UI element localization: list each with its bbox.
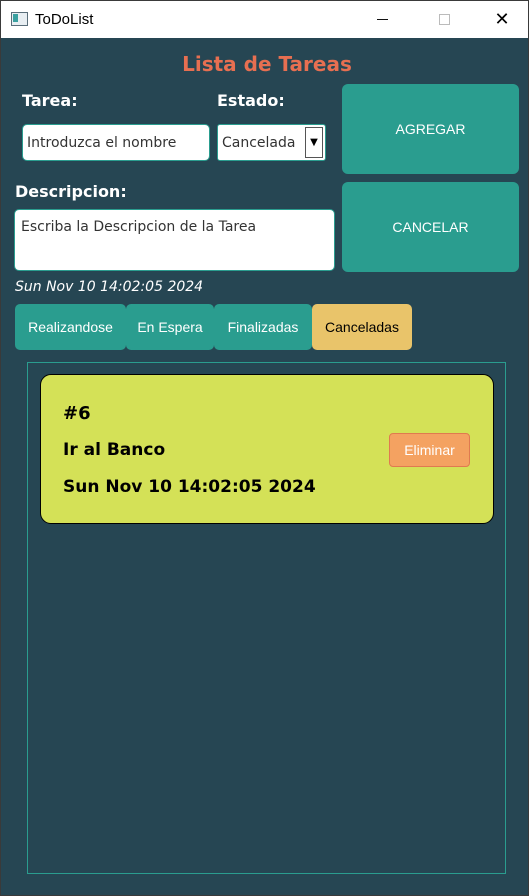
estado-label: Estado: xyxy=(217,91,285,110)
task-name: Ir al Banco xyxy=(63,440,166,460)
task-name-input[interactable]: Introduzca el nombre xyxy=(22,124,210,161)
task-date: Sun Nov 10 14:02:05 2024 xyxy=(63,477,316,497)
page-title: Lista de Tareas xyxy=(182,52,352,76)
descripcion-label: Descripcion: xyxy=(15,182,127,201)
tab-finalizadas[interactable]: Finalizadas xyxy=(214,304,312,350)
tab-en-espera[interactable]: En Espera xyxy=(126,304,214,350)
tab-canceladas[interactable]: Canceladas xyxy=(312,304,412,350)
task-card: #6 Ir al Banco Sun Nov 10 14:02:05 2024 … xyxy=(40,374,494,524)
maximize-icon xyxy=(438,14,450,25)
cancel-button[interactable]: CANCELAR xyxy=(342,182,519,272)
close-icon: ✕ xyxy=(494,9,510,30)
status-select[interactable]: Cancelada ▼ xyxy=(217,124,326,161)
minimize-button[interactable] xyxy=(359,1,405,38)
description-input[interactable]: Escriba la Descripcion de la Tarea xyxy=(14,209,335,271)
current-datetime: Sun Nov 10 14:02:05 2024 xyxy=(15,279,204,295)
maximize-button[interactable] xyxy=(421,1,467,38)
title-bar: ToDoList ✕ xyxy=(1,1,528,38)
chevron-down-icon[interactable]: ▼ xyxy=(305,127,323,158)
close-button[interactable]: ✕ xyxy=(479,1,525,38)
minimize-icon xyxy=(376,19,388,20)
delete-task-button[interactable]: Eliminar xyxy=(389,433,470,467)
window-title: ToDoList xyxy=(35,11,94,28)
status-select-value: Cancelada xyxy=(222,135,296,151)
app-window-icon xyxy=(11,12,28,26)
tab-realizandose[interactable]: Realizandose xyxy=(15,304,126,350)
tarea-label: Tarea: xyxy=(22,91,78,110)
task-id: #6 xyxy=(63,403,91,424)
add-button[interactable]: AGREGAR xyxy=(342,84,519,174)
